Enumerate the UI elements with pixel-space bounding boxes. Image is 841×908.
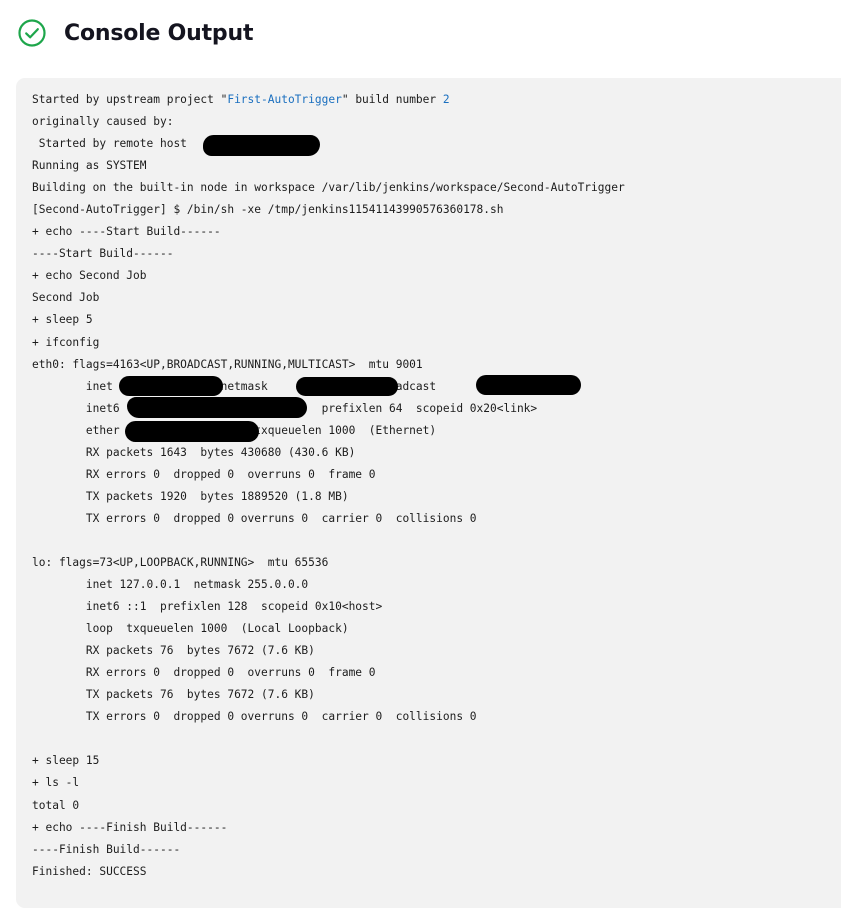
console-line: Started by remote host — [32, 137, 194, 151]
console-line: + sleep 15 — [32, 754, 100, 768]
console-lines: originally caused by: Started by remote … — [32, 111, 625, 883]
console-line: TX errors 0 dropped 0 overruns 0 carrier… — [32, 511, 477, 525]
redaction-inet — [119, 376, 223, 396]
console-line: + echo Second Job — [32, 269, 147, 283]
console-line: + ls -l — [32, 776, 80, 790]
console-line: TX packets 76 bytes 7672 (7.6 KB) — [32, 688, 315, 702]
redaction-inet6 — [127, 397, 307, 418]
console-line-started: Started by upstream project "First-AutoT… — [32, 89, 625, 111]
console-line: RX errors 0 dropped 0 overruns 0 frame 0 — [32, 467, 376, 481]
console-line: eth0: flags=4163<UP,BROADCAST,RUNNING,MU… — [32, 357, 423, 371]
console-line: inet 127.0.0.1 netmask 255.0.0.0 — [32, 578, 309, 592]
console-line: Building on the built-in node in workspa… — [32, 181, 625, 195]
console-line: ----Finish Build------ — [32, 842, 181, 856]
console-line: + ifconfig — [32, 335, 100, 349]
page-header: Console Output — [17, 16, 253, 50]
console-line: ----Start Build------ — [32, 247, 174, 261]
console-line: RX packets 1643 bytes 430680 (430.6 KB) — [32, 445, 356, 459]
console-line: Second Job — [32, 291, 100, 305]
console-output: Started by upstream project "First-AutoT… — [32, 89, 625, 883]
console-line: + echo ----Start Build------ — [32, 225, 221, 239]
console-line: inet6 prefixlen 64 scopeid 0x20<link> — [85, 401, 538, 415]
console-line: RX errors 0 dropped 0 overruns 0 frame 0 — [32, 666, 376, 680]
console-line: [Second-AutoTrigger] $ /bin/sh -xe /tmp/… — [32, 203, 504, 217]
console-line: + echo ----Finish Build------ — [32, 820, 228, 834]
console-line: originally caused by: — [32, 115, 174, 129]
console-line: lo: flags=73<UP,LOOPBACK,RUNNING> mtu 65… — [32, 555, 329, 569]
redaction-remote-host — [203, 135, 320, 156]
redaction-broadcast — [476, 375, 581, 395]
started-suffix: " build number — [341, 93, 443, 106]
redaction-netmask — [296, 377, 398, 396]
console-line: RX packets 76 bytes 7672 (7.6 KB) — [32, 644, 315, 658]
console-line: ether txqueuelen 1000 (Ethernet) — [85, 423, 437, 437]
console-line: TX packets 1920 bytes 1889520 (1.8 MB) — [32, 489, 349, 503]
check-circle-icon — [18, 19, 46, 47]
console-line: Finished: SUCCESS — [32, 864, 147, 878]
redaction-ether — [125, 421, 259, 442]
upstream-project-link[interactable]: First-AutoTrigger — [227, 93, 342, 106]
console-line: loop txqueuelen 1000 (Local Loopback) — [32, 622, 349, 636]
console-line: + sleep 5 — [32, 313, 93, 327]
console-line: Running as SYSTEM — [32, 159, 147, 173]
console-line: TX errors 0 dropped 0 overruns 0 carrier… — [32, 710, 477, 724]
page-title: Console Output — [64, 20, 254, 46]
started-prefix: Started by upstream project " — [32, 93, 228, 106]
build-number-link[interactable]: 2 — [443, 93, 450, 106]
console-line: inet6 ::1 prefixlen 128 scopeid 0x10<hos… — [32, 600, 383, 614]
console-line: total 0 — [32, 798, 80, 812]
